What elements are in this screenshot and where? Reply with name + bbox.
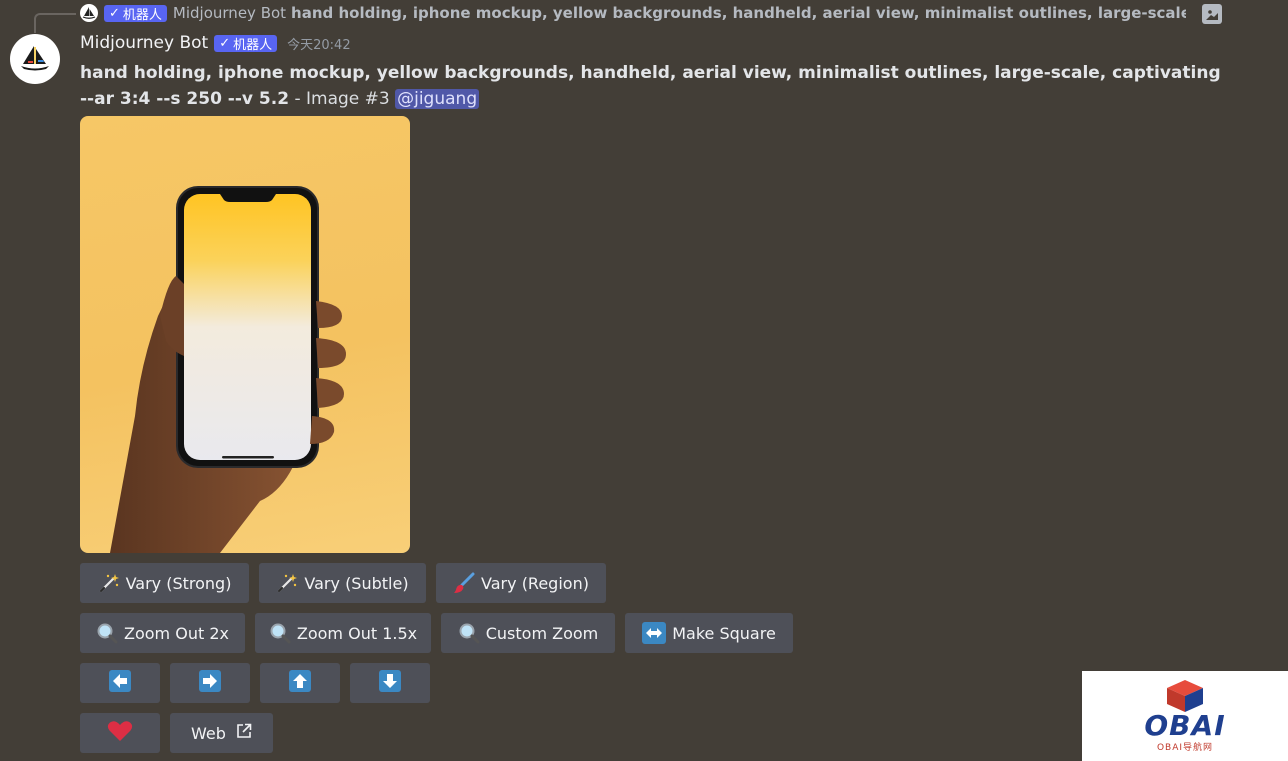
web-link-button[interactable]: Web — [170, 713, 273, 753]
pan-down-button[interactable] — [350, 663, 430, 703]
user-mention[interactable]: @jiguang — [395, 89, 480, 109]
hand-holding-phone-illustration — [110, 186, 346, 553]
cube-logo-icon — [1167, 680, 1203, 712]
vary-region-button[interactable]: Vary (Region) — [436, 563, 606, 603]
image-label: - Image #3 — [289, 89, 396, 109]
bot-badge: ✓ 机器人 — [214, 34, 278, 53]
arrow-down-icon — [379, 670, 401, 696]
web-label: Web — [191, 723, 226, 743]
paintbrush-icon — [453, 572, 475, 594]
make-square-label: Make Square — [672, 623, 776, 643]
avatar[interactable] — [10, 34, 60, 84]
check-icon: ✓ — [219, 35, 231, 51]
zoom-out-1-5x-button[interactable]: Zoom Out 1.5x — [255, 613, 431, 653]
message-header: Midjourney Bot ✓ 机器人 今天20:42 — [80, 33, 351, 53]
custom-zoom-label: Custom Zoom — [485, 623, 599, 643]
custom-zoom-button[interactable]: Custom Zoom — [441, 613, 615, 653]
pan-left-button[interactable] — [80, 663, 160, 703]
zoom-out-2x-button[interactable]: Zoom Out 2x — [80, 613, 245, 653]
reply-spine — [34, 13, 76, 33]
timestamp: 今天20:42 — [287, 37, 351, 53]
vary-strong-label: Vary (Strong) — [125, 573, 232, 593]
magnifier-icon — [458, 622, 480, 644]
magic-wand-icon — [98, 572, 120, 594]
reply-avatar — [80, 4, 98, 22]
obai-watermark: OBAI OBAI导航网 — [1082, 671, 1288, 761]
watermark-title: OBAI — [1144, 709, 1226, 742]
magnifier-icon — [96, 622, 118, 644]
zoom-out-1-5x-label: Zoom Out 1.5x — [296, 623, 418, 643]
arrow-right-icon — [199, 670, 221, 696]
vary-subtle-label: Vary (Subtle) — [304, 573, 409, 593]
watermark-subtitle: OBAI导航网 — [1156, 743, 1214, 753]
zoom-out-2x-label: Zoom Out 2x — [124, 623, 229, 643]
vary-strong-button[interactable]: Vary (Strong) — [80, 563, 249, 603]
magic-wand-icon — [276, 572, 298, 594]
arrow-up-icon — [289, 670, 311, 696]
magnifier-icon — [269, 622, 291, 644]
vary-region-label: Vary (Region) — [481, 573, 589, 593]
favorite-button[interactable] — [80, 713, 160, 753]
external-link-icon — [236, 723, 252, 743]
prompt-text: hand holding, iphone mockup, yellow back… — [80, 63, 1221, 109]
arrow-left-icon — [109, 670, 131, 696]
message-content: hand holding, iphone mockup, yellow back… — [80, 60, 1230, 112]
reply-author[interactable]: Midjourney Bot — [173, 4, 286, 22]
image-icon — [1202, 4, 1222, 24]
bot-badge: ✓ 机器人 — [104, 4, 167, 23]
author-name[interactable]: Midjourney Bot — [80, 33, 208, 53]
reply-preview[interactable]: ✓ 机器人 Midjourney Bot hand holding, iphone… — [80, 2, 1288, 24]
left-right-arrow-icon — [642, 622, 667, 644]
vary-subtle-button[interactable]: Vary (Subtle) — [259, 563, 426, 603]
pan-up-button[interactable] — [260, 663, 340, 703]
sailboat-icon — [21, 46, 49, 71]
reply-text[interactable]: hand holding, iphone mockup, yellow back… — [291, 4, 1186, 22]
make-square-button[interactable]: Make Square — [625, 613, 793, 653]
generated-image[interactable] — [80, 116, 410, 553]
heart-icon — [107, 720, 133, 746]
pan-right-button[interactable] — [170, 663, 250, 703]
check-icon: ✓ — [109, 5, 120, 21]
